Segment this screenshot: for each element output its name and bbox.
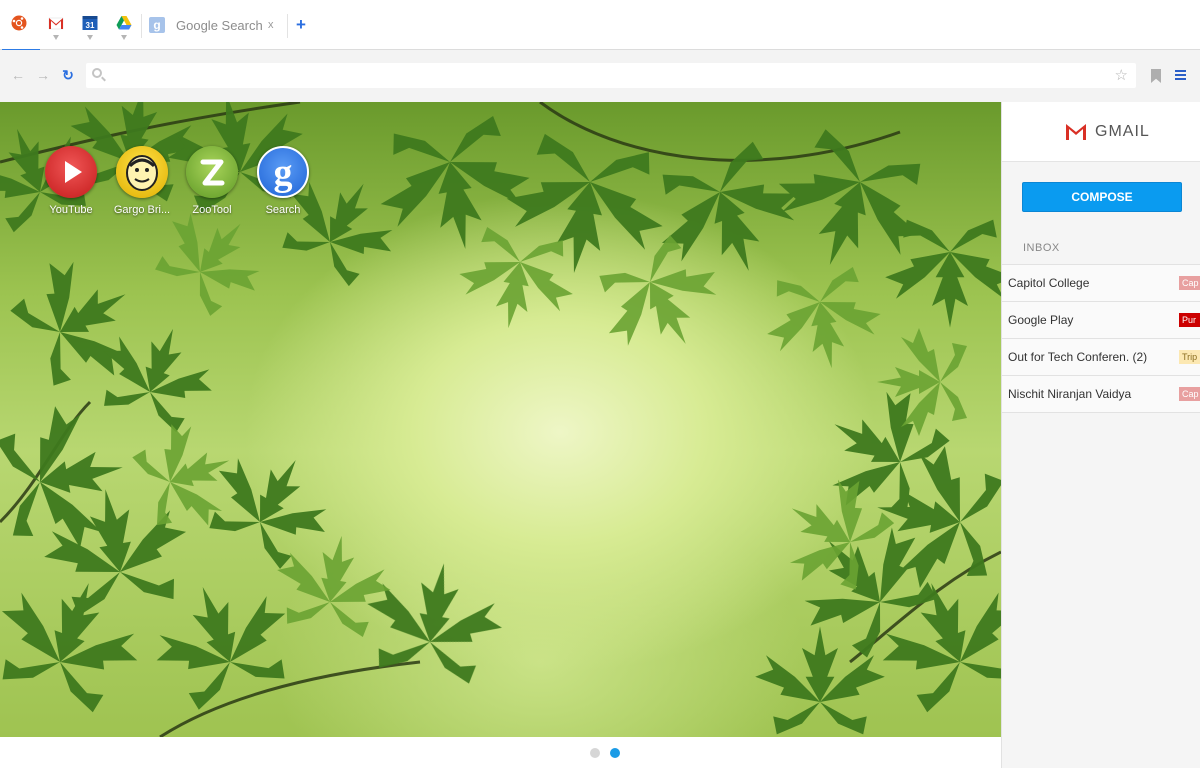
app-youtube[interactable]: YouTube [35,146,107,216]
mail-sender: Capitol College [1008,276,1090,290]
zootool-icon [186,146,238,198]
forward-button[interactable]: → [35,67,51,83]
pinned-tab-drive[interactable] [107,0,141,50]
list-item[interactable]: Google Play Pur [1002,302,1200,339]
address-input[interactable] [108,66,1108,85]
pinned-tab-calendar[interactable]: 31 [73,0,107,50]
list-item[interactable]: Nischit Niranjan Vaidya Cap [1002,376,1200,413]
browser-toolbar: ← → ↻ ☆ [0,50,1200,102]
app-label: YouTube [49,204,93,216]
new-tab-button[interactable]: + [296,15,306,35]
google-search-icon: g [257,146,309,198]
ubuntu-chrome-icon [11,15,27,31]
inbox-list: Capitol College Cap Google Play Pur Out … [1002,264,1200,413]
svg-text:g: g [274,152,293,194]
app-label: ZooTool [192,204,232,216]
tab-close-button[interactable]: x [268,19,274,31]
page-dot-2-active[interactable] [610,748,620,758]
back-button[interactable]: ← [10,67,26,83]
app-search[interactable]: g Search [247,146,319,216]
app-label: Gargo Bri... [113,204,171,216]
chevron-down-icon [121,35,127,40]
chevron-down-icon [87,35,93,40]
youtube-icon [45,146,97,198]
mail-label-badge: Pur [1179,313,1200,327]
app-zootool[interactable]: ZooTool [176,146,248,216]
gmail-header: GMAIL [1002,102,1200,162]
inbox-label[interactable]: INBOX [1023,242,1060,254]
gmail-icon [48,17,64,30]
google-favicon-icon: g [149,17,165,33]
calendar-icon: 31 [82,16,98,30]
chevron-down-icon [53,35,59,40]
reload-button[interactable]: ↻ [60,67,76,83]
pinned-tab-chrome[interactable] [2,0,40,51]
drive-icon [116,16,132,30]
mail-label-badge: Cap [1179,387,1200,401]
compose-button[interactable]: COMPOSE [1022,182,1182,212]
search-icon [92,68,102,78]
gmail-logo-icon [1066,124,1086,140]
pinned-tab-gmail[interactable] [39,0,73,50]
gargo-icon [116,146,168,198]
gmail-title: GMAIL [1095,123,1150,140]
new-tab-page: YouTube Gargo Bri... ZooTool g Search [0,102,1001,737]
svg-text:31: 31 [86,21,95,30]
gmail-panel: GMAIL COMPOSE INBOX Capitol College Cap … [1001,102,1200,768]
bookmark-star-icon[interactable]: ☆ [1115,66,1128,84]
mail-sender: Google Play [1008,313,1074,327]
omnibox[interactable]: ☆ [86,63,1136,88]
mail-sender: Out for Tech Conferen. (2) [1008,350,1148,364]
tab-title: Google Search [176,18,263,33]
tab-divider [287,14,288,38]
pager-bar [0,737,1001,768]
menu-icon[interactable] [1175,70,1186,80]
bookmarks-icon[interactable] [1151,69,1161,83]
list-item[interactable]: Out for Tech Conferen. (2) Trip [1002,339,1200,376]
list-item[interactable]: Capitol College Cap [1002,265,1200,302]
app-label: Search [265,204,301,216]
page-dot-1[interactable] [590,748,600,758]
mail-label-badge: Cap [1179,276,1200,290]
mail-sender: Nischit Niranjan Vaidya [1008,387,1132,401]
mail-label-badge: Trip [1179,350,1200,364]
app-gargo[interactable]: Gargo Bri... [106,146,178,216]
tab-google-search[interactable]: g Google Search x [142,0,288,50]
tab-strip: 31 g Google Search x + [0,0,1200,51]
